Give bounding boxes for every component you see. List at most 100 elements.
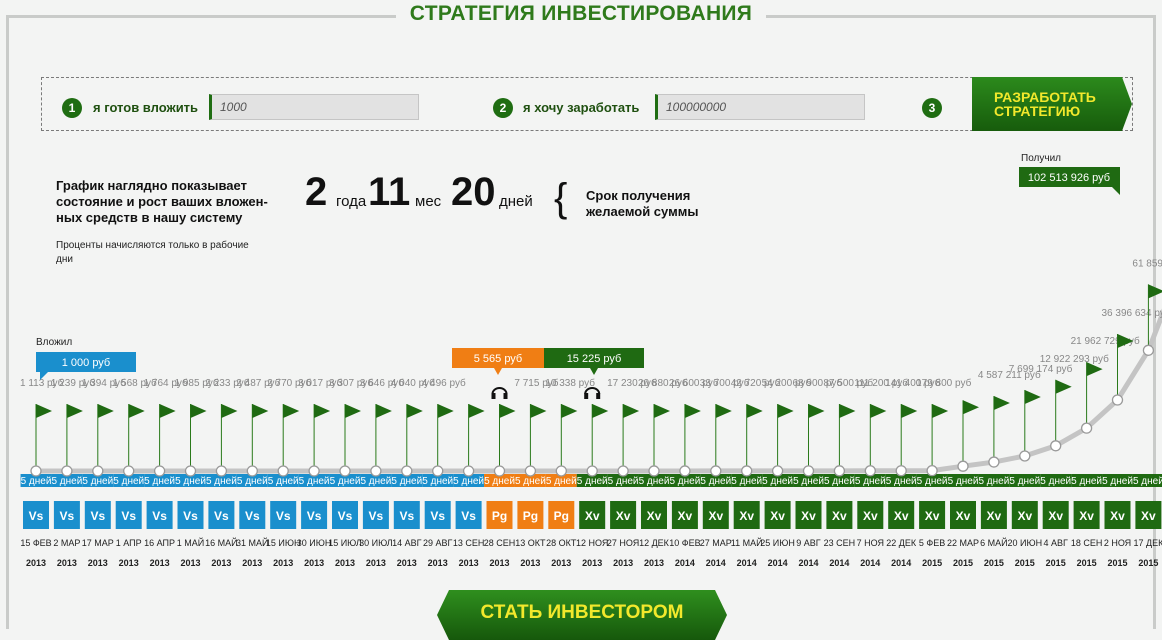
data-point <box>493 465 506 477</box>
plan-band-label: 5 дней <box>330 476 361 487</box>
growth-chart: 5 дней 5 дней 5 дней 5 дней 5 дней 5 дней 5 дн… <box>20 153 1162 568</box>
flag-marker <box>66 404 83 418</box>
year-label: 2013 <box>211 558 231 568</box>
end-tag-title: Получил <box>1021 153 1061 164</box>
data-point <box>277 465 289 477</box>
data-point <box>679 465 691 477</box>
plan-badge-label: Vs <box>399 509 414 523</box>
year-label: 2013 <box>644 558 664 568</box>
plan-badge-label: Xv <box>585 509 600 523</box>
year-label: 2013 <box>180 558 200 568</box>
date-label: 20 ИЮН <box>1008 538 1043 548</box>
flag-marker <box>623 404 640 418</box>
year-label: 2015 <box>1107 558 1127 568</box>
flag-marker <box>684 404 701 418</box>
data-point <box>586 465 598 477</box>
year-label: 2013 <box>489 558 509 568</box>
year-label: 2014 <box>860 558 880 568</box>
date-label: 4 АВГ <box>1044 538 1069 548</box>
mid-tag-pointer <box>590 368 598 375</box>
become-investor-button[interactable]: СТАТЬ ИНВЕСТОРОМ <box>437 590 727 640</box>
date-label: 14 АВГ <box>392 538 422 548</box>
plan-band-label: 5 дней <box>206 476 237 487</box>
year-label: 2014 <box>768 558 788 568</box>
plan-badge-label: Xv <box>1110 509 1125 523</box>
year-label: 2013 <box>119 558 139 568</box>
date-label: 29 АВГ <box>423 538 453 548</box>
year-label: 2014 <box>798 558 818 568</box>
plan-band-label: 5 дней <box>453 476 484 487</box>
value-label: 61 859 719 руб <box>1132 257 1162 269</box>
year-label: 2013 <box>57 558 77 568</box>
date-label: 18 СЕН <box>1071 538 1103 548</box>
date-label: 6 МАЙ <box>980 537 1007 548</box>
flag-marker <box>406 404 423 418</box>
plan-band-label: 5 дней <box>669 476 700 487</box>
data-point <box>1019 450 1031 462</box>
value-label: 36 396 634 руб <box>1102 307 1162 319</box>
year-label: 2013 <box>88 558 108 568</box>
date-label: 1 МАЙ <box>177 537 204 548</box>
data-point <box>153 465 166 477</box>
date-label: 7 НОЯ <box>857 538 884 548</box>
plan-badge-label: Xv <box>647 509 662 523</box>
date-label: 12 НОЯ <box>576 538 608 548</box>
plan-band-label: 5 дней <box>824 476 855 487</box>
data-point <box>246 465 258 477</box>
data-point <box>741 465 753 477</box>
year-label: 2013 <box>520 558 540 568</box>
plan-band-label: 5 дней <box>268 476 299 487</box>
data-point <box>957 460 969 472</box>
plan-badge-label: Vs <box>60 509 75 523</box>
year-label: 2013 <box>273 558 293 568</box>
plan-band-label: 5 дней <box>360 476 391 487</box>
flag-marker <box>97 404 114 418</box>
date-label: 15 ИЮЛ <box>328 538 362 548</box>
flag-marker <box>654 404 670 418</box>
plan-badge-label: Xv <box>801 509 816 523</box>
start-tag-value: 1 000 руб <box>62 357 111 369</box>
data-point <box>61 465 73 477</box>
plan-badge-label: Xv <box>1141 509 1156 523</box>
year-label: 2015 <box>1138 558 1158 568</box>
plan-badge-label: Pg <box>554 509 569 523</box>
year-label: 2015 <box>922 558 942 568</box>
date-label: 27 НОЯ <box>607 538 639 548</box>
mid-tag-value: 5 565 руб <box>474 353 523 365</box>
plan-band-label: 5 дней <box>1102 476 1133 487</box>
flag-marker <box>1148 284 1162 299</box>
plan-badge-label: Vs <box>152 509 167 523</box>
plan-band-label: 5 дней <box>21 476 52 487</box>
data-point <box>648 465 660 477</box>
date-label: 30 ИЮН <box>297 538 332 548</box>
flag-marker <box>128 404 145 418</box>
data-point <box>710 465 722 477</box>
plan-badge-label: Xv <box>770 509 785 523</box>
year-label: 2015 <box>1046 558 1066 568</box>
plan-badge-label: Xv <box>925 509 940 523</box>
plan-band-label: 5 дней <box>608 476 639 487</box>
year-label: 2013 <box>242 558 262 568</box>
data-point <box>524 465 537 477</box>
plan-badge-label: Pg <box>492 509 507 523</box>
plan-band-label: 5 дней <box>700 476 731 487</box>
plan-band-label: 5 дней <box>515 476 546 487</box>
plan-badge-label: Vs <box>214 509 229 523</box>
plan-badge-label: Xv <box>956 509 971 523</box>
date-label: 2 МАР <box>53 538 80 548</box>
flag-marker <box>499 404 516 418</box>
flag-marker <box>252 404 269 418</box>
date-label: 16 МАЙ <box>205 537 237 548</box>
plan-band-label: 5 дней <box>948 476 979 487</box>
plan-band-label: 5 дней <box>855 476 886 487</box>
plan-badge-label: Vs <box>121 509 136 523</box>
flag-marker <box>777 404 794 418</box>
plan-band-label: 5 дней <box>237 476 268 487</box>
year-label: 2015 <box>953 558 973 568</box>
value-label: 4 496 руб <box>422 377 466 389</box>
plan-band-label: 5 дней <box>978 476 1009 487</box>
plan-badge-label: Vs <box>183 509 198 523</box>
date-label: 9 АВГ <box>796 538 821 548</box>
headset-icon <box>584 393 589 399</box>
data-point <box>462 465 475 477</box>
